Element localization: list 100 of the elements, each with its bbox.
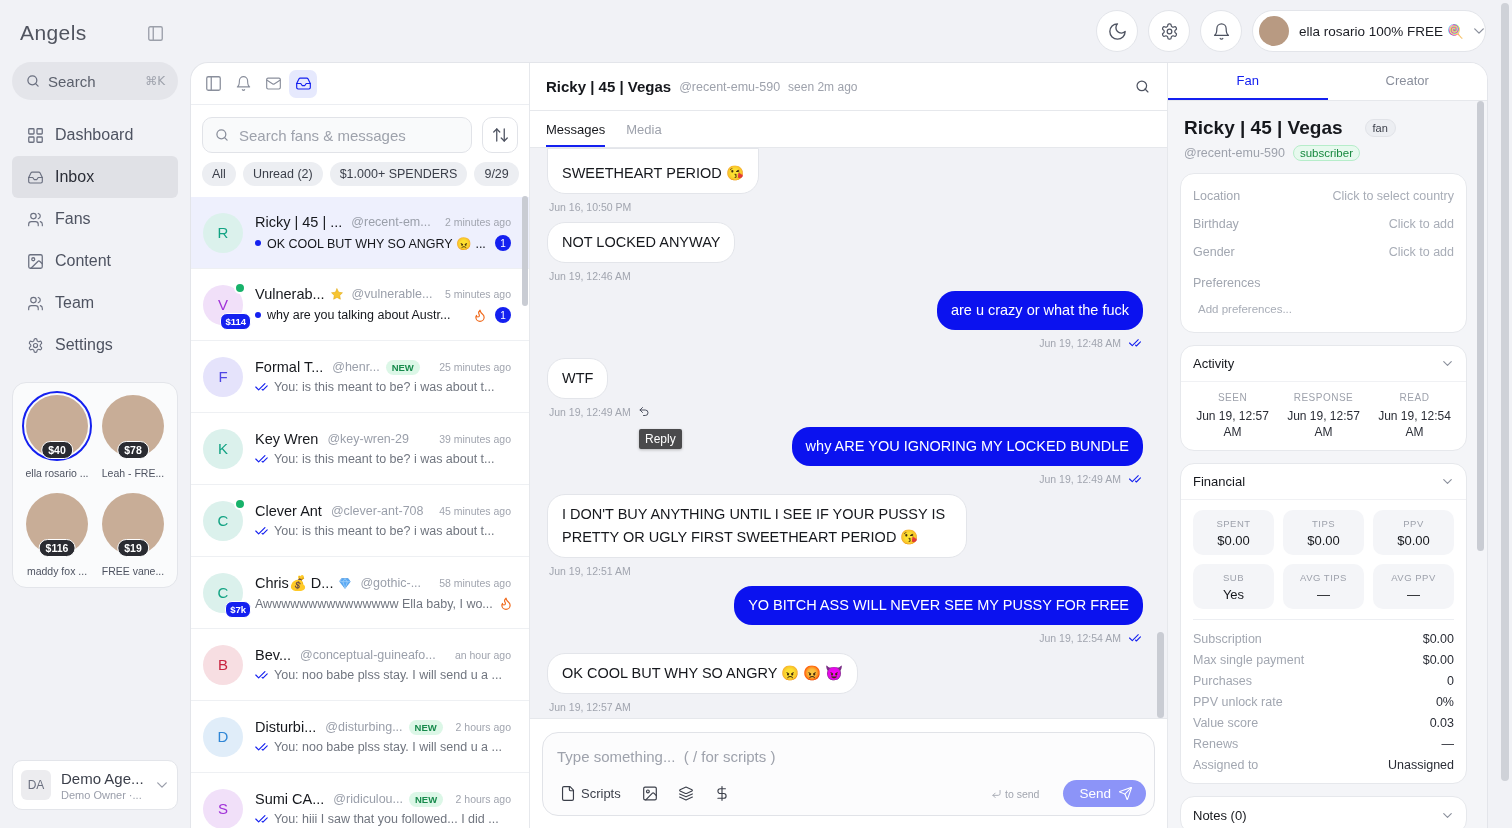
conversation-item[interactable]: D Disturbi... @disturbing... NEW 2 hours ago You: noo babe plss stay. I will send u a ... — [191, 701, 529, 773]
detail-value: 0 — [1447, 673, 1454, 688]
received-message: NOT LOCKED ANYWAY — [547, 222, 736, 263]
search-icon — [215, 128, 229, 142]
search-icon — [26, 74, 40, 88]
detail-label: Gender — [1193, 245, 1235, 259]
chevron-down-icon[interactable] — [1443, 812, 1452, 818]
nav-item[interactable]: Content — [12, 240, 178, 282]
spend-badge: $7k — [225, 600, 251, 618]
contact-handle: @gothic-... — [360, 576, 422, 590]
conversation-item[interactable]: C $7k Chris💰 D... @gothic-... 58 minutes ago Awwwwwwwwwwwwwww Ella baby, I wo... — [191, 557, 529, 629]
conversation-item[interactable]: R Ricky | 45 | ... @recent-em... 2 minutes ago OK COOL BUT WHY SO ANGRY 😠 ... 1 — [191, 197, 529, 269]
stat-label: PPV — [1403, 517, 1424, 529]
detail-value: — — [1441, 736, 1454, 751]
nav-item[interactable]: Fans — [12, 198, 178, 240]
conversation-item[interactable]: B Bev... @conceptual-guineafo... an hour ago You: noo babe plss stay. I will send u a ... — [191, 629, 529, 701]
creator-name: maddy fox ... — [26, 565, 88, 577]
message-timestamp: Jun 19, 12:49 AM — [1039, 472, 1121, 485]
message-timestamp: Jun 19, 12:51 AM — [549, 564, 631, 577]
message-timestamp: Jun 19, 12:54 AM — [1039, 631, 1121, 644]
message-preview: You: noo babe plss stay. I will send u a ... — [274, 668, 502, 682]
message-preview: You: is this meant to be? i was about t... — [274, 452, 495, 466]
stat-value: $0.00 — [1397, 532, 1430, 548]
avatar-placeholder — [1259, 16, 1289, 46]
settings-button[interactable] — [1148, 10, 1190, 52]
dollar-icon[interactable] — [714, 786, 729, 801]
message-input[interactable]: Type something... ( / for scripts ) — [557, 745, 1146, 767]
nav-item[interactable]: Settings — [12, 324, 178, 366]
status-tag: subscriber — [1292, 145, 1360, 161]
scripts-button[interactable]: Scripts — [561, 786, 621, 801]
sort-icon — [492, 128, 508, 142]
conversation-item[interactable]: F Formal T... @henr... NEW 25 minutes ago You: is this meant to be? i was about t... — [191, 341, 529, 413]
stat-value: $0.00 — [1307, 532, 1340, 548]
notifications-button[interactable] — [1200, 10, 1242, 52]
earnings-badge: $116 — [38, 539, 76, 557]
chat-handle: @recent-emu-590 — [679, 79, 781, 94]
contact-name: Ricky | 45 | ... — [255, 214, 343, 230]
nav-item[interactable]: Team — [12, 282, 178, 324]
scrollbar-thumb[interactable] — [1157, 632, 1164, 718]
scrollbar-thumb[interactable] — [522, 196, 528, 306]
moon-icon — [1108, 22, 1126, 40]
sidebar-toggle-icon[interactable] — [148, 25, 163, 41]
layers-icon[interactable] — [678, 786, 693, 801]
people-icon — [28, 211, 43, 227]
filter-chip[interactable]: $1.000+ SPENDERS — [329, 162, 468, 186]
received-message: I DON'T BUY ANYTHING UNTIL I SEE IF YOUR PUSSY IS PRETTY OR UGLY FIRST SWEETHEART PERIOD 😘 — [547, 494, 967, 558]
initial-avatar: S — [203, 788, 243, 828]
stat-label: TIPS — [1311, 517, 1336, 529]
initials-avatar: DA — [21, 770, 51, 800]
preferences-field[interactable]: Add preferences... — [1193, 294, 1454, 324]
message-preview: why are you talking about Austr... — [267, 308, 451, 322]
search-field[interactable]: Search fans & messages — [202, 117, 472, 153]
stat-value: Jun 19, 12:57 AM — [1286, 408, 1361, 440]
chevron-down-icon[interactable] — [1443, 479, 1452, 484]
settings-icon — [28, 337, 43, 353]
message-time: 2 minutes ago — [445, 216, 511, 228]
panel-tab[interactable]: Fan — [1168, 63, 1328, 100]
nav-item[interactable]: Dashboard — [12, 114, 178, 156]
chevron-down-icon[interactable] — [1443, 361, 1452, 366]
settings-icon — [1160, 22, 1178, 40]
detail-label: Assigned to — [1193, 757, 1259, 772]
received-message: WTF — [547, 358, 609, 399]
stat-label: SPENT — [1216, 517, 1251, 529]
sort-button[interactable] — [482, 117, 518, 153]
contact-handle: @disturbing... — [325, 720, 403, 734]
send-icon — [1119, 787, 1132, 800]
section-title: Financial — [1193, 474, 1246, 489]
contact-name: Disturbi... — [255, 719, 317, 735]
theme-toggle-button[interactable] — [1096, 10, 1138, 52]
message-timestamp: Jun 19, 12:57 AM — [549, 700, 631, 713]
filter-chip[interactable]: Unread (2) — [242, 162, 323, 186]
conversation-item[interactable]: K Key Wren @key-wren-29 39 minutes ago You: is this meant to be? i was about t... — [191, 413, 529, 485]
chevron-down-icon — [1473, 28, 1484, 34]
search-icon[interactable] — [1135, 79, 1150, 94]
stat-value: Yes — [1222, 586, 1245, 602]
scrollbar-thumb[interactable] — [1477, 101, 1484, 551]
message-timestamp: Jun 19, 12:46 AM — [549, 269, 631, 282]
stat-label: SEEN — [1217, 392, 1248, 403]
stat-value: — — [1317, 586, 1330, 602]
stat-value: Jun 19, 12:57 AM — [1195, 408, 1270, 440]
filter-chip[interactable]: 9/29 — [474, 162, 519, 186]
chevron-down-icon[interactable] — [157, 782, 167, 788]
view-tab[interactable] — [289, 69, 317, 98]
contact-name: Bev... — [255, 647, 291, 663]
stat-label: AVG PPV — [1391, 571, 1436, 583]
scrollbar-thumb[interactable] — [1501, 3, 1509, 781]
account-menu-button[interactable]: ella rosario 100% FREE 🍭 — [1252, 10, 1486, 52]
reply-icon[interactable] — [638, 407, 649, 416]
message-timestamp: Jun 16, 10:50 PM — [549, 200, 632, 213]
conversation-item[interactable]: V $114 Vulnerab... @vulnerable... 5 minutes ago why are you talking about Austr... 1 — [191, 269, 529, 341]
creator-name: Leah - FRE... — [101, 467, 165, 479]
nav-item[interactable]: Inbox — [12, 156, 178, 198]
conversation-item[interactable]: S Sumi CA... @ridiculou... NEW 2 hours ago You: hiii I saw that you followed... I did ... — [191, 773, 529, 828]
earnings-badge: $40 — [41, 441, 73, 459]
avatar-placeholder[interactable]: $40 — [22, 391, 92, 461]
image-icon[interactable] — [642, 786, 657, 801]
conversation-item[interactable]: C Clever Ant @clever-ant-708 45 minutes ago You: is this meant to be? i was about t... — [191, 485, 529, 557]
chat-title: Ricky | 45 | Vegas — [546, 78, 672, 95]
filter-chip[interactable]: All — [202, 162, 236, 186]
message-preview: You: noo babe plss stay. I will send u a ... — [274, 740, 502, 754]
